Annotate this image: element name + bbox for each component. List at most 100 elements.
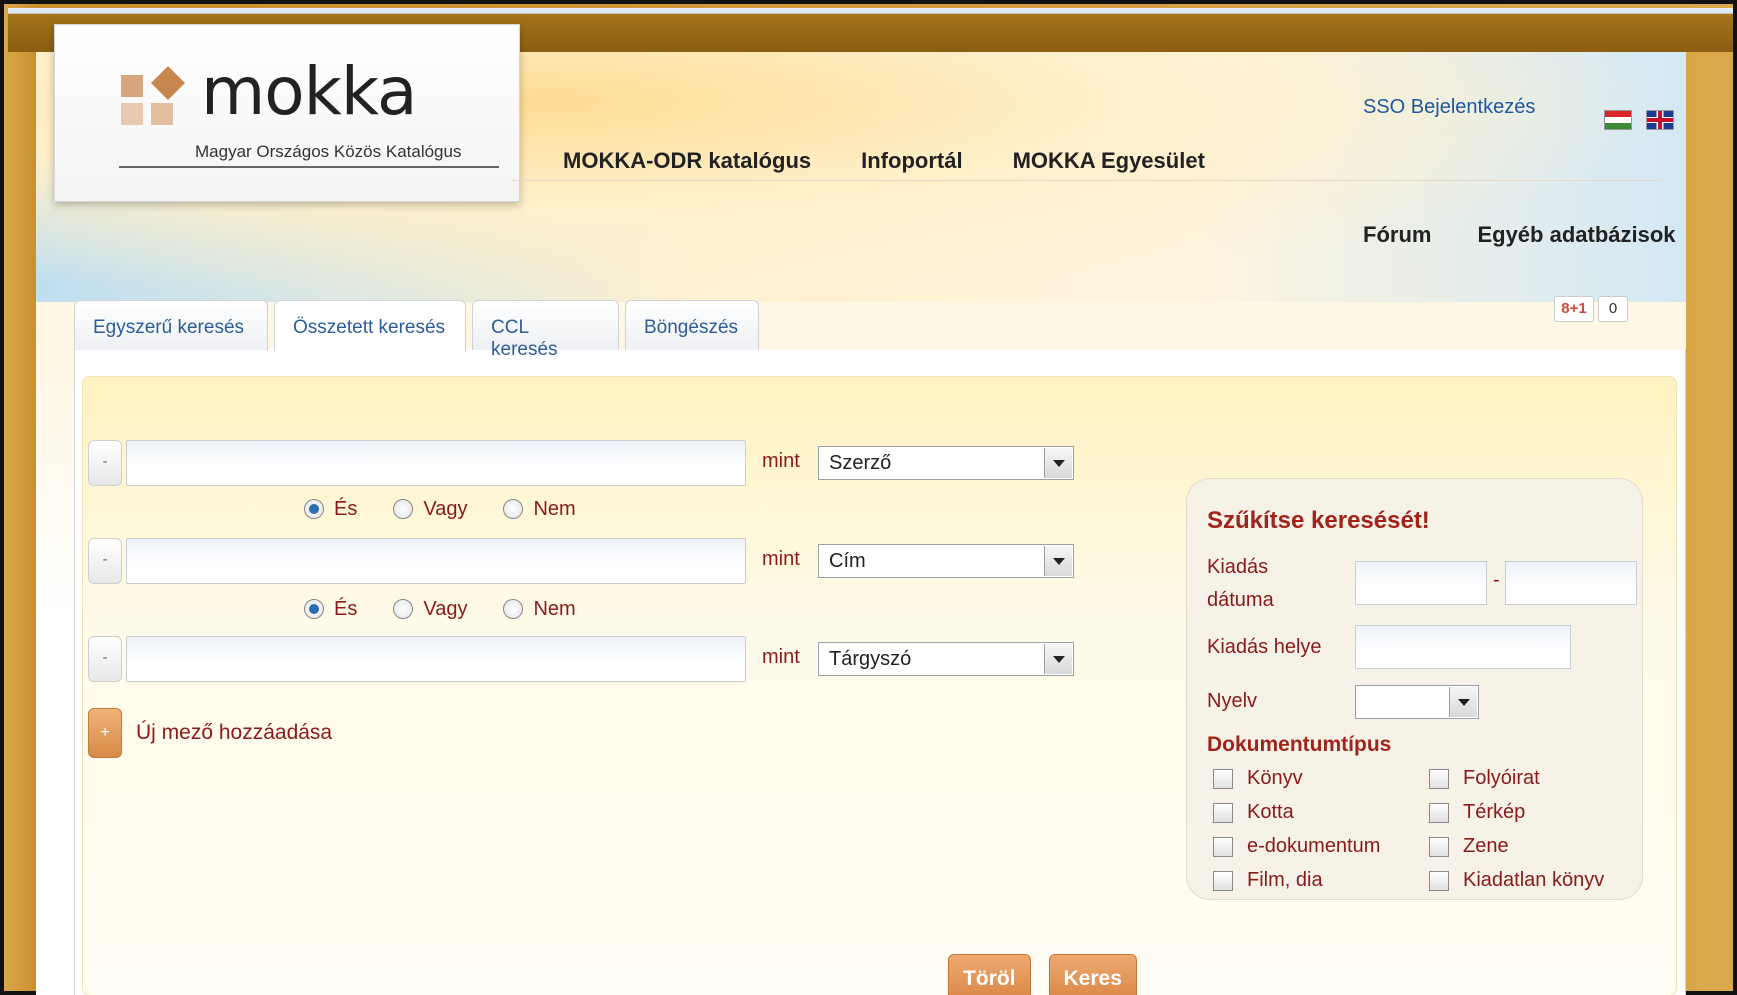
- remove-field-button[interactable]: -: [88, 538, 122, 584]
- checkbox-kotta[interactable]: Kotta: [1213, 801, 1294, 824]
- checkbox-folyoirat[interactable]: Folyóirat: [1429, 767, 1540, 790]
- publication-date-label: Kiadás dátuma: [1207, 551, 1274, 617]
- date-separator: -: [1493, 569, 1500, 591]
- chevron-down-icon: [1449, 687, 1477, 717]
- boolean-operator-group: És Vagy Nem: [304, 496, 576, 522]
- radio-label: Nem: [533, 597, 576, 620]
- google-plus-count: 0: [1598, 296, 1628, 322]
- checkbox-film-dia[interactable]: Film, dia: [1213, 869, 1323, 892]
- chevron-down-icon: [1044, 448, 1072, 478]
- tab-egyszeru-kereses[interactable]: Egyszerű keresés: [74, 300, 268, 350]
- google-plus-widget: 8+1 0: [1554, 296, 1628, 322]
- checkbox-label: Zene: [1463, 835, 1509, 857]
- chevron-down-icon: [1044, 644, 1072, 674]
- checkbox-label: Könyv: [1247, 767, 1303, 789]
- radio-label: Vagy: [423, 497, 468, 520]
- radio-es[interactable]: És: [304, 496, 357, 522]
- uk-flag-icon[interactable]: [1646, 110, 1674, 130]
- search-button[interactable]: Keres: [1048, 954, 1137, 995]
- label-line: Kiadás: [1207, 556, 1269, 578]
- radio-es[interactable]: És: [304, 596, 357, 622]
- checkbox-label: Térkép: [1463, 801, 1526, 823]
- checkbox-icon: [1213, 870, 1233, 891]
- radio-nem[interactable]: Nem: [503, 596, 576, 622]
- logo-subtitle: Magyar Országos Közös Katalógus: [195, 142, 462, 161]
- sso-login-link[interactable]: SSO Bejelentkezés: [1363, 96, 1535, 119]
- checkbox-label: Kiadatlan könyv: [1463, 869, 1605, 891]
- refine-search-panel: Szűkítse keresését! Kiadás dátuma - Kiad…: [1186, 478, 1643, 900]
- logo-word: mokka: [201, 53, 417, 130]
- radio-vagy[interactable]: Vagy: [393, 496, 467, 522]
- radio-label: És: [334, 597, 358, 620]
- checkbox-icon: [1213, 836, 1233, 857]
- place-input[interactable]: [1355, 625, 1571, 669]
- mint-label: mint: [762, 548, 800, 570]
- language-select[interactable]: [1355, 685, 1479, 719]
- nav-mokka-egyesulet[interactable]: MOKKA Egyesület: [1013, 148, 1205, 174]
- field-select[interactable]: Cím: [818, 544, 1074, 578]
- search-term-input[interactable]: [126, 538, 746, 584]
- google-plus-icon[interactable]: 8+1: [1554, 296, 1594, 322]
- checkbox-label: Folyóirat: [1463, 767, 1540, 789]
- field-select-value: Szerző: [829, 452, 892, 474]
- hungarian-flag-icon[interactable]: [1604, 110, 1632, 130]
- search-row: - mint Cím: [88, 538, 1088, 584]
- nav-infoportal[interactable]: Infoportál: [861, 148, 962, 174]
- page: mokka Magyar Országos Közös Katalógus MO…: [36, 24, 1686, 995]
- label-line: dátuma: [1207, 589, 1274, 611]
- radio-label: Vagy: [423, 597, 468, 620]
- chevron-down-icon: [1044, 546, 1072, 576]
- search-term-input[interactable]: [126, 636, 746, 682]
- tab-bongeszes[interactable]: Böngészés: [625, 300, 759, 350]
- checkbox-label: e-dokumentum: [1247, 835, 1381, 857]
- header-divider: [511, 180, 1661, 181]
- mint-label: mint: [762, 450, 800, 472]
- field-select[interactable]: Tárgyszó: [818, 642, 1074, 676]
- document-type-title: Dokumentumtípus: [1207, 733, 1392, 756]
- add-field-button[interactable]: +: [88, 708, 122, 758]
- tab-ccl-kereses[interactable]: CCL keresés: [472, 300, 619, 360]
- radio-selected-icon: [304, 499, 324, 519]
- date-from-input[interactable]: [1355, 561, 1487, 605]
- search-row: - mint Tárgyszó: [88, 636, 1088, 682]
- checkbox-terkep[interactable]: Térkép: [1429, 801, 1525, 824]
- checkbox-icon: [1213, 802, 1233, 823]
- language-label: Nyelv: [1207, 690, 1258, 712]
- remove-field-button[interactable]: -: [88, 636, 122, 682]
- add-field-label[interactable]: Új mező hozzáadása: [136, 721, 332, 745]
- place-label: Kiadás helye: [1207, 636, 1322, 658]
- radio-vagy[interactable]: Vagy: [393, 596, 467, 622]
- radio-selected-icon: [304, 599, 324, 619]
- refine-title: Szűkítse keresését!: [1207, 507, 1430, 534]
- date-to-input[interactable]: [1505, 561, 1637, 605]
- checkbox-zene[interactable]: Zene: [1429, 835, 1509, 858]
- checkbox-icon: [1429, 870, 1449, 891]
- add-field-row: + Új mező hozzáadása: [88, 708, 332, 758]
- checkbox-konyv[interactable]: Könyv: [1213, 767, 1303, 790]
- nav-forum[interactable]: Fórum: [1363, 222, 1431, 248]
- remove-field-button[interactable]: -: [88, 440, 122, 486]
- language-switcher: [1604, 110, 1674, 130]
- mint-label: mint: [762, 646, 800, 668]
- checkbox-icon: [1429, 802, 1449, 823]
- mokka-logo-icon: [121, 66, 185, 129]
- nav-mokka-odr[interactable]: MOKKA-ODR katalógus: [563, 148, 811, 174]
- radio-icon: [393, 599, 414, 619]
- clear-button[interactable]: Töröl: [948, 954, 1031, 995]
- checkbox-kiadatlan-konyv[interactable]: Kiadatlan könyv: [1429, 869, 1604, 892]
- logo[interactable]: mokka Magyar Országos Közös Katalógus: [54, 24, 520, 202]
- search-term-input[interactable]: [126, 440, 746, 486]
- field-select[interactable]: Szerző: [818, 446, 1074, 480]
- field-select-value: Tárgyszó: [829, 648, 912, 670]
- radio-icon: [503, 599, 524, 619]
- checkbox-icon: [1429, 768, 1449, 789]
- radio-label: Nem: [533, 497, 576, 520]
- radio-icon: [393, 499, 414, 519]
- radio-nem[interactable]: Nem: [503, 496, 576, 522]
- checkbox-e-dokumentum[interactable]: e-dokumentum: [1213, 835, 1380, 858]
- tab-osszetett-kereses[interactable]: Összetett keresés: [274, 300, 466, 352]
- radio-label: És: [334, 497, 358, 520]
- search-tabs: Egyszerű keresés Összetett keresés CCL k…: [74, 300, 1686, 360]
- window-frame: mokka Magyar Országos Közös Katalógus MO…: [0, 0, 1737, 995]
- nav-egyeb-adatbazisok[interactable]: Egyéb adatbázisok: [1477, 222, 1675, 248]
